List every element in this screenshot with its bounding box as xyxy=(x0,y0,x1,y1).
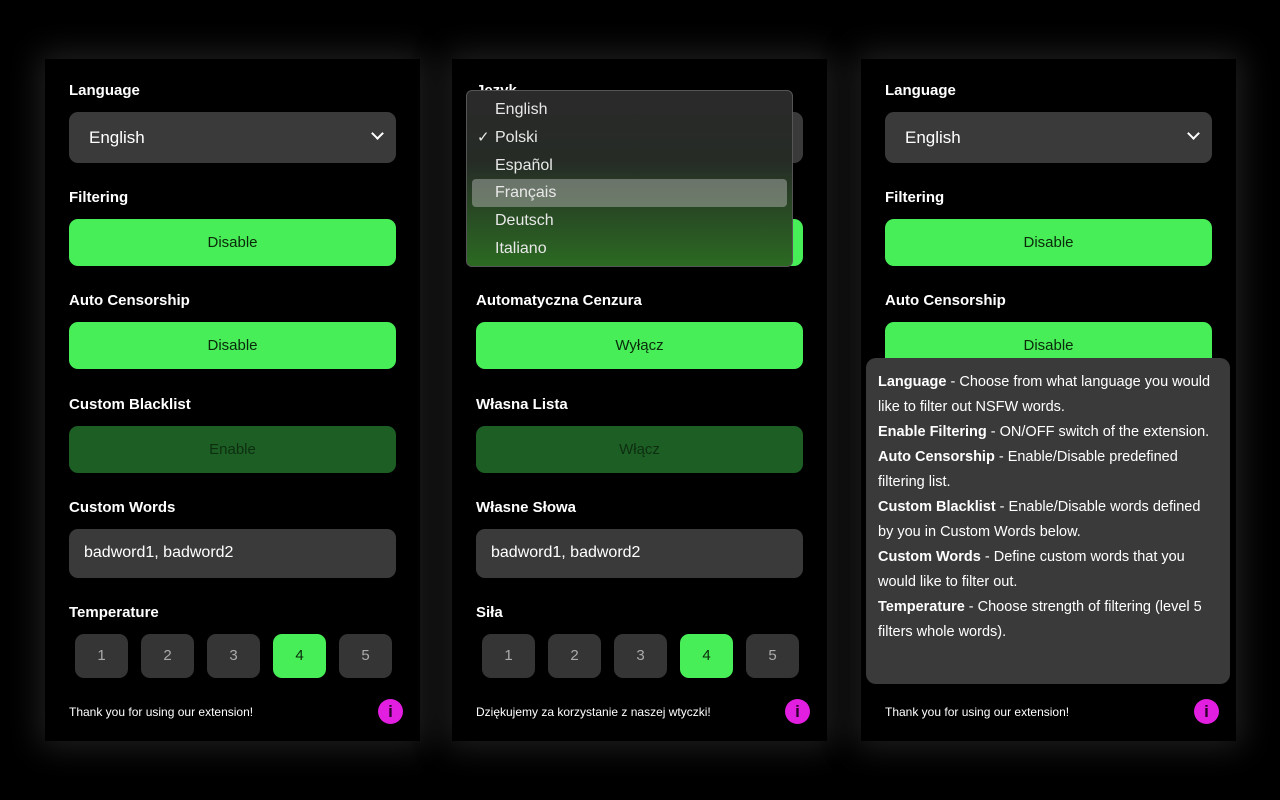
extension-popup-panel: Language English Filtering Disable Auto Cens… xyxy=(861,59,1236,741)
filtering-toggle-button[interactable]: Disable xyxy=(69,219,396,266)
language-option-español[interactable]: Español xyxy=(472,152,787,180)
temperature-label: Siła xyxy=(476,604,503,621)
info-icon[interactable]: i xyxy=(785,699,810,724)
help-item: Temperature - Choose strength of filteri… xyxy=(878,595,1218,645)
language-option-english[interactable]: English xyxy=(472,96,787,124)
temperature-level-2-button[interactable]: 2 xyxy=(548,634,601,678)
language-option-polski[interactable]: ✓ Polski xyxy=(472,124,787,152)
auto-censorship-toggle-button[interactable]: Disable xyxy=(69,322,396,369)
temperature-selector: 12345 xyxy=(75,634,392,678)
help-item: Enable Filtering - ON/OFF switch of the … xyxy=(878,420,1218,445)
help-term: Custom Blacklist xyxy=(878,499,996,515)
temperature-level-5-button[interactable]: 5 xyxy=(746,634,799,678)
footer-thanks-text: Thank you for using our extension! xyxy=(69,705,254,719)
custom-words-input[interactable]: badword1, badword2 xyxy=(476,529,803,578)
custom-words-label: Custom Words xyxy=(69,499,176,516)
help-term: Auto Censorship xyxy=(878,449,995,465)
temperature-level-2-button[interactable]: 2 xyxy=(141,634,194,678)
custom-words-label: Własne Słowa xyxy=(476,499,577,516)
temperature-level-3-button[interactable]: 3 xyxy=(614,634,667,678)
info-icon[interactable]: i xyxy=(1194,699,1219,724)
language-select[interactable]: English xyxy=(885,112,1212,163)
temperature-level-3-button[interactable]: 3 xyxy=(207,634,260,678)
extension-popup-panel: JęzykPolskiFiltrowanieWyłączAutomatyczna… xyxy=(452,59,827,741)
language-label: Language xyxy=(69,82,140,99)
language-select[interactable]: English xyxy=(69,112,396,163)
help-item: Custom Words - Define custom words that … xyxy=(878,545,1218,595)
temperature-level-4-button[interactable]: 4 xyxy=(680,634,733,678)
auto-censorship-label: Automatyczna Cenzura xyxy=(476,292,642,309)
auto-censorship-label: Auto Censorship xyxy=(885,292,1006,309)
footer-thanks-text: Dziękujemy za korzystanie z naszej wtycz… xyxy=(476,705,711,719)
help-term: Language xyxy=(878,374,947,390)
language-option-label: Français xyxy=(495,184,557,202)
filtering-label: Filtering xyxy=(69,189,129,206)
language-select-value: English xyxy=(89,128,145,147)
language-label: Language xyxy=(885,82,956,99)
language-option-label: Deutsch xyxy=(495,212,554,230)
chevron-down-icon xyxy=(1187,127,1200,140)
custom-blacklist-toggle-button[interactable]: Enable xyxy=(69,426,396,473)
temperature-level-1-button[interactable]: 1 xyxy=(482,634,535,678)
language-option-français[interactable]: Français xyxy=(472,179,787,208)
info-icon[interactable]: i xyxy=(378,699,403,724)
custom-blacklist-label: Custom Blacklist xyxy=(69,396,191,413)
language-option-deutsch[interactable]: Deutsch xyxy=(472,207,787,235)
help-term: Enable Filtering xyxy=(878,424,987,440)
language-dropdown-menu: English ✓ Polski Español Français Deutsch Ital… xyxy=(466,90,793,267)
language-option-italiano[interactable]: Italiano xyxy=(472,235,787,263)
filtering-toggle-button[interactable]: Disable xyxy=(885,219,1212,266)
auto-censorship-toggle-button[interactable]: Wyłącz xyxy=(476,322,803,369)
help-term: Temperature xyxy=(878,599,965,615)
temperature-label: Temperature xyxy=(69,604,159,621)
language-option-label: Italiano xyxy=(495,239,547,257)
auto-censorship-label: Auto Censorship xyxy=(69,292,190,309)
temperature-level-5-button[interactable]: 5 xyxy=(339,634,392,678)
help-tooltip: Language - Choose from what language you… xyxy=(866,358,1230,684)
temperature-level-1-button[interactable]: 1 xyxy=(75,634,128,678)
custom-blacklist-label: Własna Lista xyxy=(476,396,568,413)
footer-thanks-text: Thank you for using our extension! xyxy=(885,705,1070,719)
language-option-label: English xyxy=(495,101,548,118)
filtering-label: Filtering xyxy=(885,189,945,206)
help-description: - ON/OFF switch of the extension. xyxy=(986,424,1210,440)
language-option-label: Español xyxy=(495,156,553,174)
language-select-value: English xyxy=(905,128,961,147)
language-option-label: Polski xyxy=(495,128,538,146)
custom-words-input[interactable]: badword1, badword2 xyxy=(69,529,396,578)
temperature-level-4-button[interactable]: 4 xyxy=(273,634,326,678)
temperature-selector: 12345 xyxy=(482,634,799,678)
help-term: Custom Words xyxy=(878,549,981,565)
help-item: Language - Choose from what language you… xyxy=(878,370,1218,420)
checkmark-icon: ✓ xyxy=(477,128,490,146)
help-item: Auto Censorship - Enable/Disable predefi… xyxy=(878,445,1218,495)
chevron-down-icon xyxy=(371,127,384,140)
custom-blacklist-toggle-button[interactable]: Włącz xyxy=(476,426,803,473)
extension-popup-panel: Language English Filtering Disable Auto Cens… xyxy=(45,59,420,741)
help-item: Custom Blacklist - Enable/Disable words … xyxy=(878,495,1218,545)
